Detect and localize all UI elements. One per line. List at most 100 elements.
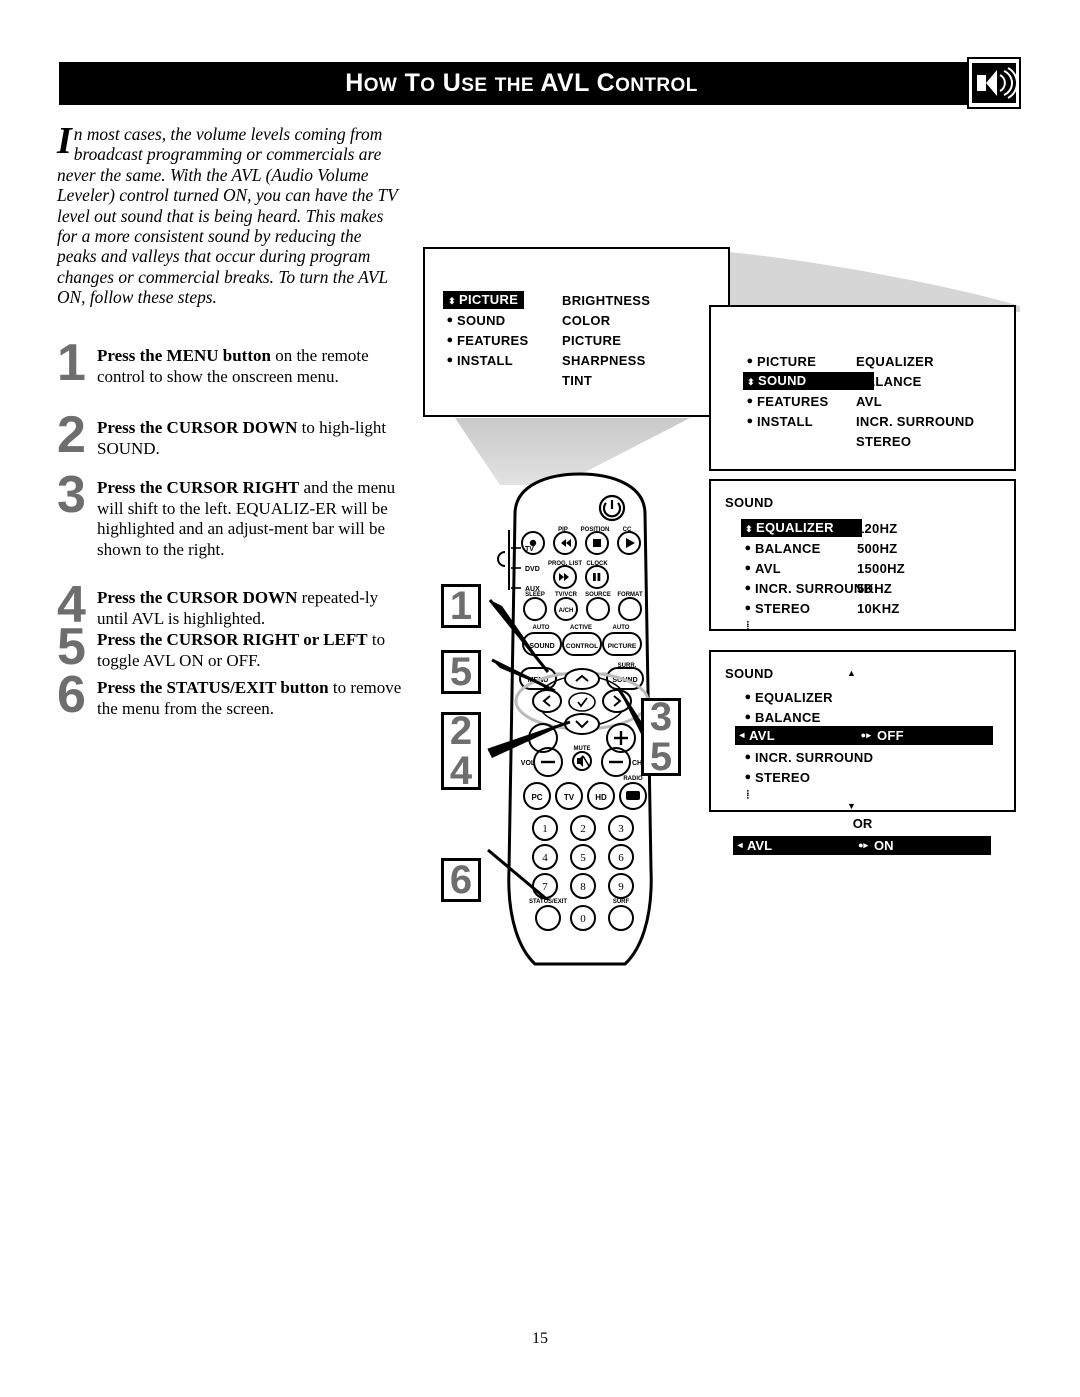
- osd-row[interactable]: ● INSTALL: [743, 412, 813, 430]
- osd-row-avl-on[interactable]: ◄ AVL ●▸ ON: [733, 836, 991, 855]
- bullet-icon: ●: [746, 395, 754, 407]
- nav-updown-icon: ⬍: [747, 377, 755, 387]
- bullet-icon: ●: [446, 314, 454, 326]
- callout-number: 4: [449, 749, 473, 793]
- osd-left-item-highlighted: ⬍ PICTURE: [443, 291, 525, 309]
- osd-row[interactable]: ● BALANCE: [741, 539, 821, 557]
- osd-item-label: AVL: [747, 838, 773, 853]
- osd-item-label: INSTALL: [757, 413, 814, 429]
- bullet-icon: ●: [746, 355, 754, 367]
- osd-value: 10KHZ: [857, 600, 900, 616]
- osd-item-label: INSTALL: [457, 352, 514, 368]
- bullet-icon: ●: [744, 691, 752, 703]
- cursor-leftright-icon: ●▸: [860, 730, 872, 740]
- nav-updown-icon: ⬍: [745, 524, 753, 534]
- osd-item-label: BALANCE: [755, 709, 821, 725]
- osd-row[interactable]: ● INCR. SURROUND: [741, 748, 873, 766]
- bullet-icon: ●: [446, 354, 454, 366]
- osd-item-label: STEREO: [755, 769, 811, 785]
- osd-row[interactable]: ● STEREO: [741, 599, 810, 617]
- osd-menu-sound-equalizer: SOUND ⬍ EQUALIZER ● BALANCE ● AVL ● INCR. SU…: [709, 479, 1016, 632]
- osd-item-label: EQUALIZER: [756, 520, 834, 535]
- callout-number: 2: [449, 709, 473, 753]
- svg-text:0: 0: [580, 913, 586, 925]
- osd-row[interactable]: ● FEATURES: [443, 331, 529, 349]
- osd-item-label: SOUND: [758, 373, 807, 388]
- bullet-icon: ●: [744, 582, 752, 594]
- osd-left-item-highlighted: ⬍ EQUALIZER: [741, 519, 862, 537]
- callout-number: 6: [449, 858, 473, 902]
- callout-step-6: 6: [441, 858, 481, 902]
- osd-row[interactable]: ⬍ PICTURE: [443, 291, 525, 309]
- osd-menu-sound-avl: SOUND ▲ ● EQUALIZER ● BALANCE ◄ AVL ●▸ OFF…: [709, 650, 1016, 812]
- osd-row[interactable]: ● INCR. SURROUND: [741, 579, 873, 597]
- osd-item-label: INCR. SURROUND: [755, 749, 874, 765]
- osd-right-item: COLOR: [562, 312, 611, 328]
- osd-right-item: BRIGHTNESS: [562, 292, 651, 308]
- osd-item-label: PICTURE: [459, 292, 519, 307]
- bullet-icon: ●: [446, 334, 454, 346]
- osd-item-label: AVL: [755, 560, 781, 576]
- osd-item-label: PICTURE: [757, 353, 817, 369]
- osd-row[interactable]: ● EQUALIZER: [741, 688, 833, 706]
- osd-right-item: SHARPNESS: [562, 352, 646, 368]
- osd-right-item: STEREO: [856, 433, 912, 449]
- osd-row[interactable]: ⬍ EQUALIZER: [741, 519, 862, 537]
- callout-step-5: 5: [441, 650, 481, 694]
- cursor-left-icon: ◄: [737, 730, 747, 740]
- osd-value: 5KHZ: [857, 580, 893, 596]
- callout-number: 5: [449, 650, 473, 694]
- osd-menu-title: SOUND: [725, 665, 774, 681]
- osd-right-item: PICTURE: [562, 332, 622, 348]
- osd-item-value: ON: [874, 838, 894, 853]
- osd-right-item: TINT: [562, 372, 593, 388]
- osd-row[interactable]: ● PICTURE: [743, 352, 816, 370]
- callout-step-1: 1: [441, 584, 481, 628]
- cursor-leftright-icon: ●▸: [858, 840, 869, 850]
- or-label: OR: [852, 816, 873, 831]
- osd-right-item: EQUALIZER: [856, 353, 934, 369]
- osd-value: 1500HZ: [857, 560, 906, 576]
- osd-row[interactable]: ⬍ SOUND: [743, 372, 875, 390]
- osd-scroll-indicator: ⦙: [746, 788, 750, 801]
- callout-step-2-4: 2 4: [441, 709, 481, 793]
- osd-row[interactable]: ● SOUND: [443, 311, 506, 329]
- osd-row-highlighted-avl[interactable]: ◄ AVL ●▸ OFF: [735, 726, 993, 745]
- callout-number: 3: [649, 695, 673, 739]
- osd-right-item: AVL: [856, 393, 882, 409]
- osd-item-label: AVL: [749, 728, 775, 743]
- osd-menu-picture: ⬍ PICTURE ● SOUND ● FEATURES ● INSTALL BRIGH…: [423, 247, 730, 417]
- osd-item-label: STEREO: [755, 600, 811, 616]
- osd-row[interactable]: ● INSTALL: [443, 351, 513, 369]
- bullet-icon: ●: [744, 562, 752, 574]
- callout-number: 5: [649, 735, 673, 779]
- osd-item-label: SOUND: [457, 312, 506, 328]
- bullet-icon: ●: [744, 711, 752, 723]
- osd-row[interactable]: ● BALANCE: [741, 708, 821, 726]
- osd-row[interactable]: ● AVL: [741, 559, 781, 577]
- osd-row[interactable]: ● STEREO: [741, 768, 810, 786]
- osd-item-label: FEATURES: [757, 393, 829, 409]
- osd-right-item: INCR. SURROUND: [856, 413, 975, 429]
- bullet-icon: ●: [746, 415, 754, 427]
- osd-item-label: EQUALIZER: [755, 689, 833, 705]
- nav-updown-icon: ⬍: [448, 296, 456, 306]
- diagram-area: ⬍ PICTURE ● SOUND ● FEATURES ● INSTALL BRIGH…: [0, 0, 1080, 1000]
- bullet-icon: ●: [744, 542, 752, 554]
- osd-left-item-highlighted: ⬍ SOUND: [743, 372, 875, 390]
- bullet-icon: ●: [744, 751, 752, 763]
- osd-value: 120HZ: [857, 520, 898, 536]
- osd-row[interactable]: ● FEATURES: [743, 392, 829, 410]
- osd-item-label: BALANCE: [755, 540, 821, 556]
- bullet-icon: ●: [744, 771, 752, 783]
- callout-step-3-5: 3 5: [641, 695, 681, 779]
- osd-menu-sound-selected: ● PICTURE ⬍ SOUND ● FEATURES ● INSTALL EQUAL…: [709, 305, 1016, 471]
- osd-value: 500HZ: [857, 540, 898, 556]
- scroll-up-arrow-icon: ▲: [847, 668, 857, 678]
- callout-number: 1: [449, 584, 473, 628]
- page-number: 15: [532, 1330, 548, 1347]
- osd-item-value: OFF: [876, 728, 904, 743]
- scroll-down-arrow-icon: ▼: [847, 801, 857, 811]
- osd-item-label: FEATURES: [457, 332, 529, 348]
- cursor-left-icon: ◄: [735, 840, 745, 850]
